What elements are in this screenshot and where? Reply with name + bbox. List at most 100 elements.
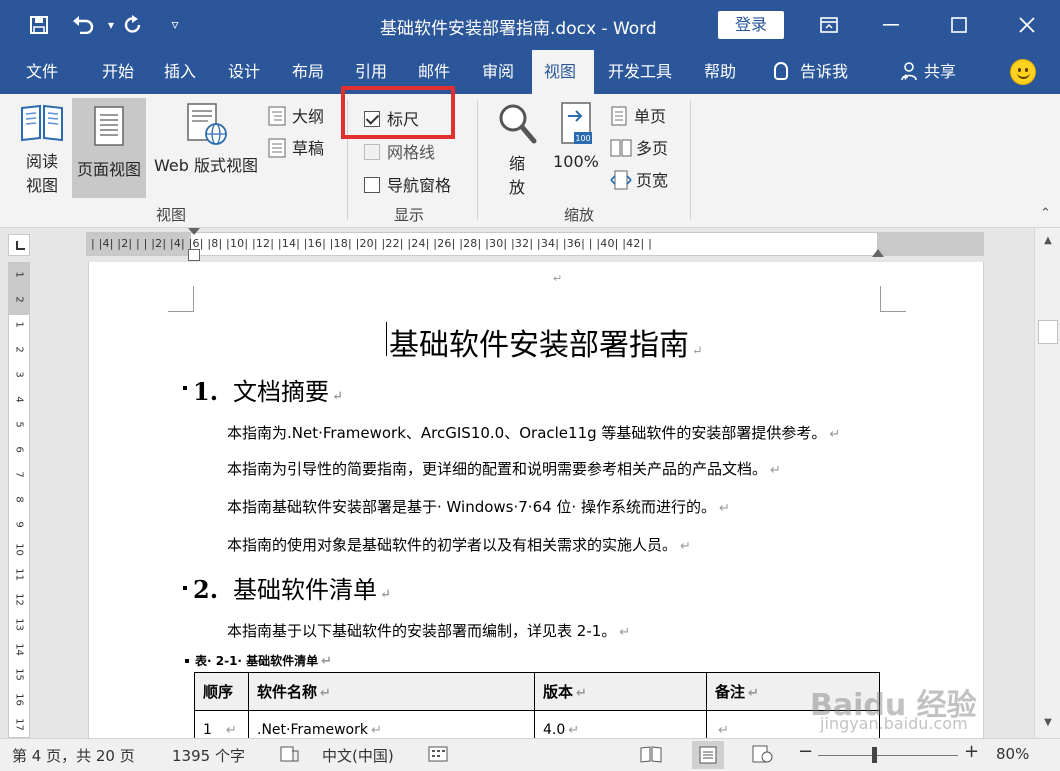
ribbon-display-options-icon[interactable]	[806, 0, 852, 50]
group-separator	[690, 100, 691, 220]
paragraph[interactable]: 本指南基础软件安装部署是基于· Windows·7·64 位· 操作系统而进行的…	[227, 496, 730, 517]
undo-icon[interactable]	[68, 10, 98, 40]
one-page-button[interactable]: 单页	[610, 103, 666, 127]
print-layout-button[interactable]: 页面视图	[72, 98, 146, 198]
ruler-number: 11	[13, 568, 25, 581]
zoom-slider-thumb[interactable]	[872, 747, 877, 763]
table-caption[interactable]: 表· 2-1· 基础软件清单 ↵	[185, 652, 332, 669]
table-cell[interactable]: .Net·Framework ↵	[248, 710, 535, 738]
proofing-icon[interactable]	[280, 745, 300, 767]
web-layout-button[interactable]: Web 版式视图	[150, 102, 262, 176]
margin-corner	[168, 286, 194, 312]
multi-page-icon	[610, 138, 632, 158]
tab-design[interactable]: 设计	[216, 50, 272, 94]
software-table[interactable]: 顺序 软件名称 ↵ 版本 ↵ 备注 ↵ 1 ↵ .Net·Framework ↵ 4.0 ↵…	[194, 672, 880, 738]
zoom-label-1: 缩	[508, 154, 525, 173]
redo-icon[interactable]	[118, 10, 148, 40]
right-indent-marker[interactable]	[872, 249, 884, 257]
maximize-icon[interactable]	[936, 0, 982, 50]
tab-selector-icon[interactable]	[8, 234, 30, 256]
svg-text:100: 100	[575, 134, 590, 143]
zoom-in-icon[interactable]: +	[964, 741, 979, 762]
scroll-up-icon[interactable]: ▲	[1041, 234, 1055, 248]
tab-review[interactable]: 审阅	[470, 50, 526, 94]
table-row: 1 ↵ .Net·Framework ↵ 4.0 ↵ ↵	[194, 710, 880, 738]
table-cell[interactable]: 1 ↵	[194, 710, 249, 738]
ribbon-tabs: 文件 开始 插入 设计 布局 引用 邮件 审阅 视图 开发工具 帮助 告诉我 共…	[0, 50, 1060, 94]
table-header-row: 顺序 软件名称 ↵ 版本 ↵ 备注 ↵	[194, 672, 880, 711]
ruler-ticks: | |4| |2| | | |2| |4| |6| |8| |10| |12| …	[91, 237, 653, 250]
zoom-slider-track[interactable]	[818, 755, 958, 756]
status-bar: 第 4 页，共 20 页 1395 个字 中文(中国) − + 80%	[0, 738, 1060, 771]
ruler-number: 1	[13, 321, 25, 328]
zoom-100-button[interactable]: 100 100%	[550, 102, 602, 171]
ruler-number: 2	[13, 296, 25, 303]
customize-qat-icon[interactable]: ▿	[160, 10, 190, 40]
read-mode-button[interactable]: 阅读 视图	[14, 102, 70, 196]
one-page-label: 单页	[634, 107, 667, 126]
hanging-indent-marker[interactable]	[188, 249, 200, 261]
document-title-heading[interactable]: 基础软件安装部署指南 ↵	[389, 320, 703, 364]
login-button[interactable]: 登录	[718, 11, 784, 39]
page-width-button[interactable]: 页宽	[610, 167, 668, 191]
vertical-scrollbar[interactable]: ▲ ▼	[1034, 228, 1060, 738]
table-cell[interactable]: 4.0 ↵	[534, 710, 707, 738]
print-layout-label: 页面视图	[76, 160, 141, 179]
minimize-icon[interactable]	[868, 0, 914, 50]
collapse-ribbon-icon[interactable]: ⌃	[1040, 206, 1051, 221]
gridlines-checkbox[interactable]: 网格线	[364, 139, 435, 163]
zoom-button[interactable]: 缩 放	[494, 102, 540, 198]
table-header-cell[interactable]: 版本 ↵	[534, 672, 707, 711]
table-header-cell[interactable]: 顺序	[194, 672, 249, 711]
read-mode-status-icon[interactable]	[640, 745, 662, 767]
table-header-cell[interactable]: 软件名称 ↵	[248, 672, 535, 711]
zoom-out-icon[interactable]: −	[798, 741, 813, 762]
zoom-100-label: 100%	[553, 152, 599, 171]
paragraph[interactable]: 本指南为引导性的简要指南，更详细的配置和说明需要参考相关产品的产品文档。 ↵	[227, 458, 781, 479]
tab-developer[interactable]: 开发工具	[596, 50, 684, 94]
multi-page-button[interactable]: 多页	[610, 135, 668, 159]
feedback-smiley-icon[interactable]	[1010, 59, 1036, 85]
draft-button[interactable]: 草稿	[268, 135, 324, 159]
view-group-label: 视图	[156, 206, 187, 224]
gridlines-check-icon	[364, 144, 380, 160]
paragraph[interactable]: 本指南为.Net·Framework、ArcGIS10.0、Oracle11g …	[227, 422, 840, 443]
tab-file[interactable]: 文件	[14, 50, 70, 94]
heading-1[interactable]: 1. 文档摘要 ↵	[183, 372, 343, 407]
scroll-thumb[interactable]	[1038, 320, 1058, 344]
ruler-number: 4	[13, 396, 25, 403]
show-group-label: 显示	[394, 206, 425, 224]
zoom-level[interactable]: 80%	[996, 745, 1029, 763]
ruler-right-margin	[877, 233, 983, 255]
close-icon[interactable]	[1004, 0, 1050, 50]
heading-2[interactable]: 2. 基础软件清单 ↵	[183, 570, 391, 605]
paragraph[interactable]: 本指南基于以下基础软件的安装部署而编制，详见表 2-1。 ↵	[227, 620, 630, 641]
scroll-down-icon[interactable]: ▼	[1041, 716, 1055, 730]
first-line-indent-marker[interactable]	[188, 228, 200, 235]
tab-insert[interactable]: 插入	[152, 50, 208, 94]
tab-view[interactable]: 视图	[532, 50, 594, 94]
web-layout-status-icon[interactable]	[752, 745, 774, 767]
share-button[interactable]: 共享	[888, 50, 968, 94]
ribbon-view: 阅读 视图 页面视图 Web 版式视图 大纲 草稿 视图 标尺 网格线 导航窗格…	[0, 94, 1060, 228]
vertical-ruler[interactable]: 1 2 1 2 3 4 5 6 7 8 9 10 11 12 13 14 15 16 17	[8, 262, 30, 738]
print-layout-status-icon[interactable]	[692, 741, 724, 769]
outline-button[interactable]: 大纲	[268, 103, 324, 127]
nav-pane-checkbox[interactable]: 导航窗格	[364, 172, 451, 196]
ruler-number: 9	[13, 521, 25, 528]
macro-icon[interactable]	[428, 745, 448, 767]
draft-label: 草稿	[292, 139, 325, 158]
document-page[interactable]: ↵ 基础软件安装部署指南 ↵ 1. 文档摘要 ↵ 本指南为.Net·Framework…	[88, 262, 984, 738]
ruler-number: 7	[13, 471, 25, 478]
tab-help[interactable]: 帮助	[692, 50, 748, 94]
page-count[interactable]: 第 4 页，共 20 页	[12, 745, 135, 766]
page-width-icon	[610, 170, 632, 190]
tab-layout[interactable]: 布局	[280, 50, 336, 94]
paragraph[interactable]: 本指南的使用对象是基础软件的初学者以及有相关需求的实施人员。 ↵	[227, 534, 691, 555]
tell-me-search[interactable]: 告诉我	[764, 50, 860, 94]
save-icon[interactable]	[24, 10, 54, 40]
language-indicator[interactable]: 中文(中国)	[322, 745, 394, 766]
tab-home[interactable]: 开始	[90, 50, 146, 94]
word-count[interactable]: 1395 个字	[172, 745, 245, 766]
horizontal-ruler[interactable]: | |4| |2| | | |2| |4| |6| |8| |10| |12| …	[86, 232, 984, 256]
